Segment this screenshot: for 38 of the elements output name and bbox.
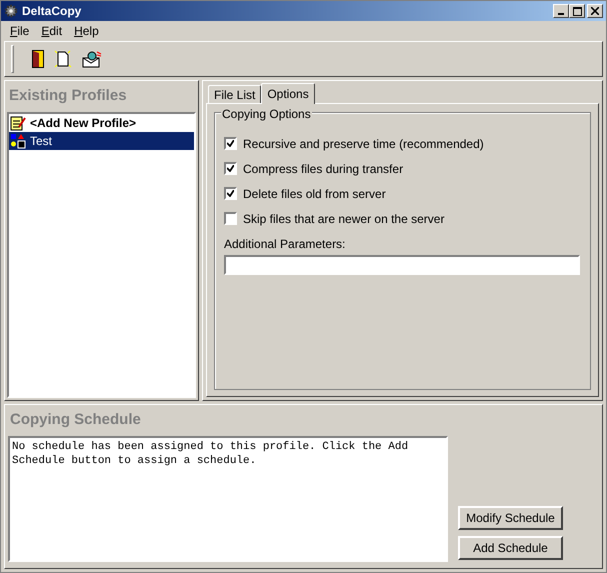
profile-item[interactable]: Test bbox=[9, 132, 194, 150]
checkmark-icon bbox=[227, 190, 234, 197]
profile-label: <Add New Profile> bbox=[30, 114, 136, 132]
schedule-text: No schedule has been assigned to this profile. Click the Add Schedule button to assign a schedule. bbox=[8, 436, 448, 562]
shapes-icon bbox=[10, 132, 26, 148]
minimize-button[interactable] bbox=[553, 4, 569, 18]
schedule-button[interactable]: Add Schedule bbox=[458, 536, 563, 560]
checkbox[interactable] bbox=[224, 212, 237, 225]
checkbox-label: Recursive and preserve time (recommended) bbox=[243, 136, 484, 152]
close-button[interactable] bbox=[587, 4, 603, 18]
checkbox[interactable] bbox=[224, 187, 237, 200]
checkbox[interactable] bbox=[224, 137, 237, 150]
new-file-icon[interactable] bbox=[54, 50, 72, 68]
gear-icon bbox=[4, 4, 18, 18]
maximize-icon bbox=[572, 6, 582, 16]
menu-item[interactable]: File bbox=[10, 22, 30, 40]
checkbox-label: Skip files that are newer on the server bbox=[243, 210, 444, 228]
tab[interactable]: Options bbox=[261, 83, 315, 104]
window-title: DeltaCopy bbox=[22, 3, 82, 20]
checkbox[interactable] bbox=[224, 162, 237, 175]
notepad-icon bbox=[10, 114, 26, 130]
door-icon[interactable] bbox=[32, 50, 44, 68]
profile-item[interactable]: <Add New Profile> bbox=[9, 114, 194, 132]
menu-item[interactable]: Help bbox=[74, 22, 99, 40]
maximize-button[interactable] bbox=[569, 4, 585, 18]
schedule-button[interactable]: Modify Schedule bbox=[458, 506, 563, 530]
mail-icon[interactable] bbox=[82, 50, 102, 68]
checkbox-label: Compress files during transfer bbox=[243, 160, 404, 178]
panel-title: Copying Schedule bbox=[9, 410, 142, 430]
checkmark-icon bbox=[227, 140, 234, 147]
profile-label: Test bbox=[30, 132, 52, 150]
field-label: Additional Parameters: bbox=[224, 236, 346, 253]
input-field[interactable] bbox=[224, 255, 580, 275]
checkmark-icon bbox=[227, 165, 234, 172]
panel-title: Existing Profiles bbox=[8, 86, 128, 106]
checkbox-label: Delete files old from server bbox=[243, 186, 386, 202]
menu-item[interactable]: Edit bbox=[41, 22, 62, 40]
close-icon bbox=[591, 7, 599, 15]
